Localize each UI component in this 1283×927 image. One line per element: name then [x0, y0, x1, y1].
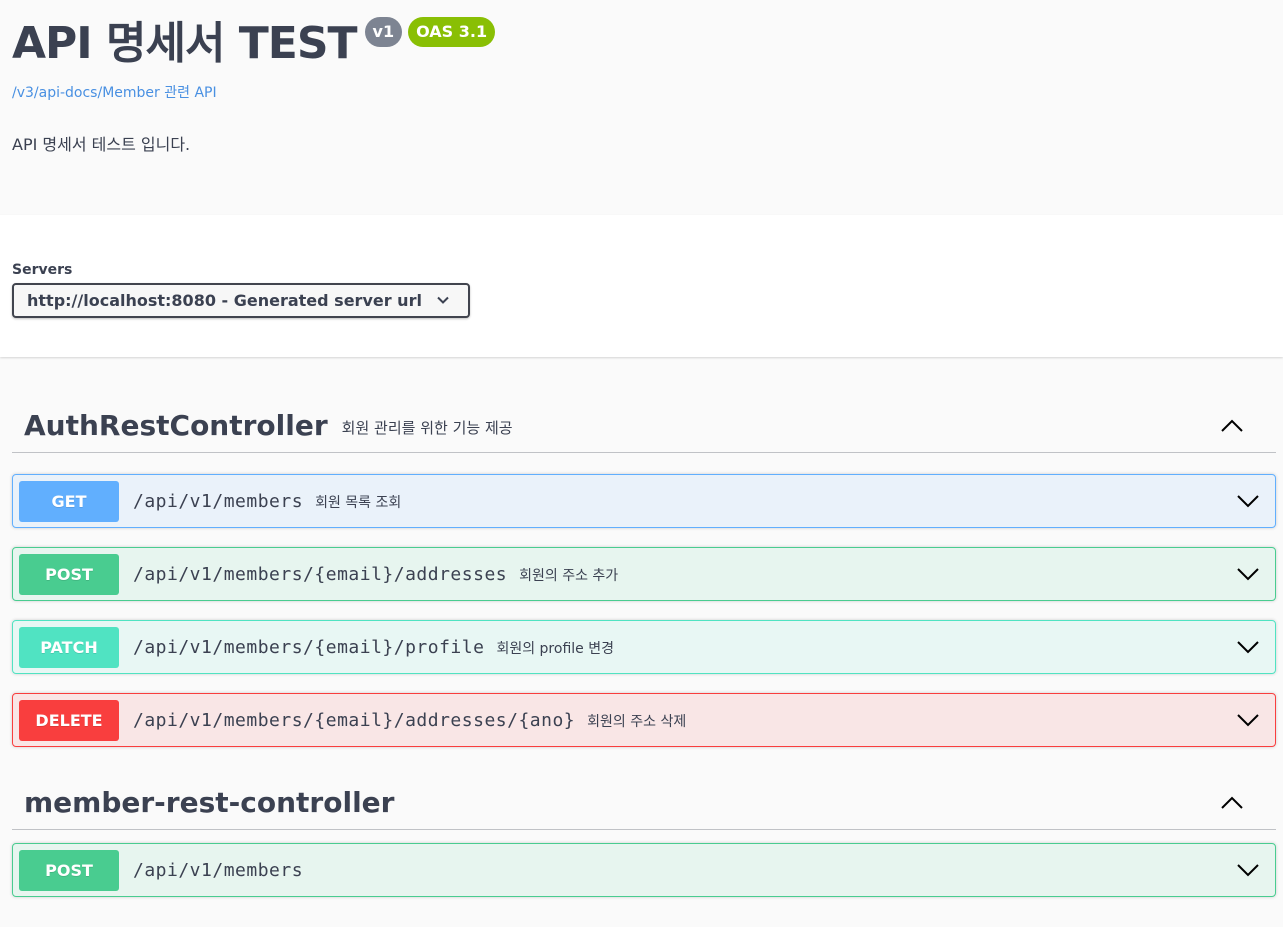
opblock-patch-profile[interactable]: PATCH /api/v1/members/{email}/profile 회원…: [12, 620, 1276, 674]
chevron-up-icon[interactable]: [1220, 415, 1244, 437]
chevron-down-icon[interactable]: [1237, 492, 1259, 510]
chevron-down-icon[interactable]: [1237, 638, 1259, 656]
method-badge: POST: [19, 553, 119, 595]
opblock-post-members[interactable]: POST /api/v1/members: [12, 843, 1276, 897]
chevron-down-icon[interactable]: [1237, 861, 1259, 879]
method-badge: PATCH: [19, 626, 119, 668]
opblock-post-addresses[interactable]: POST /api/v1/members/{email}/addresses 회…: [12, 547, 1276, 601]
tag-name: AuthRestController: [24, 409, 328, 442]
method-badge: DELETE: [19, 699, 119, 741]
operation-summary: 회원 목록 조회: [315, 495, 402, 511]
spec-link[interactable]: /v3/api-docs/Member 관련 API: [12, 82, 217, 102]
api-description: API 명세서 테스트 입니다.: [12, 135, 191, 154]
chevron-down-icon: [437, 296, 449, 304]
operation-path: /api/v1/members/{email}/profile: [133, 636, 485, 658]
chevron-down-icon[interactable]: [1237, 565, 1259, 583]
chevron-down-icon[interactable]: [1237, 711, 1259, 729]
operation-summary: 회원의 주소 삭제: [587, 714, 687, 730]
tag-header-member-rest-controller[interactable]: member-rest-controller: [12, 776, 1276, 830]
servers-section: Servers http://localhost:8080 - Generate…: [0, 215, 1283, 357]
tag-name: member-rest-controller: [24, 786, 395, 819]
title-row: API 명세서 TEST v1 OAS 3.1: [12, 14, 496, 74]
operation-path: /api/v1/members: [133, 859, 304, 881]
operation-path: /api/v1/members: [133, 490, 304, 512]
method-badge: POST: [19, 849, 119, 891]
chevron-up-icon[interactable]: [1220, 792, 1244, 814]
version-badge: v1: [364, 17, 403, 47]
opblock-delete-address[interactable]: DELETE /api/v1/members/{email}/addresses…: [12, 693, 1276, 747]
operation-path: /api/v1/members/{email}/addresses: [133, 563, 508, 585]
operation-summary: 회원의 주소 추가: [519, 568, 619, 584]
opblock-get-members[interactable]: GET /api/v1/members 회원 목록 조회: [12, 474, 1276, 528]
oas-badge: OAS 3.1: [408, 17, 496, 47]
page-title: API 명세서 TEST: [12, 18, 358, 69]
server-select[interactable]: http://localhost:8080 - Generated server…: [12, 283, 470, 318]
info-section: API 명세서 TEST v1 OAS 3.1 /v3/api-docs/Mem…: [0, 0, 1283, 215]
method-badge: GET: [19, 480, 119, 522]
operation-summary: 회원의 profile 변경: [496, 641, 614, 657]
tag-header-auth-rest-controller[interactable]: AuthRestController 회원 관리를 위한 기능 제공: [12, 399, 1276, 453]
servers-label: Servers: [12, 262, 73, 278]
operation-path: /api/v1/members/{email}/addresses/{ano}: [133, 709, 576, 731]
tag-description: 회원 관리를 위한 기능 제공: [341, 419, 513, 437]
server-select-value: http://localhost:8080 - Generated server…: [27, 291, 422, 310]
